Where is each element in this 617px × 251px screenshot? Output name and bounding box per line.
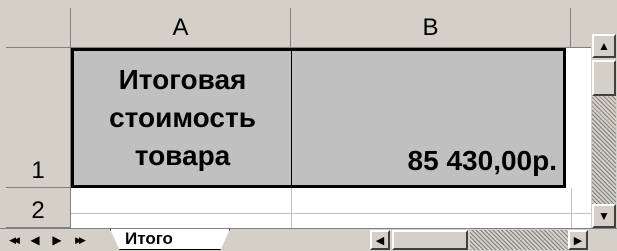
arrow-down-icon: ▼ — [598, 209, 610, 223]
horizontal-scrollbar[interactable]: ◀ ▶ — [370, 230, 588, 250]
column-header-a[interactable]: A — [71, 8, 291, 48]
vertical-scroll-track[interactable] — [592, 96, 616, 204]
vertical-scroll-thumb[interactable] — [592, 60, 616, 96]
cell-a2[interactable] — [71, 190, 291, 228]
arrow-right-icon: ▶ — [573, 234, 583, 247]
arrow-left-icon: ◀ — [375, 234, 385, 247]
arrow-up-icon: ▲ — [598, 39, 610, 53]
previous-sheet-icon: ◀ — [30, 233, 40, 247]
cell-b1-value: 85 430,00р. — [407, 145, 557, 176]
first-sheet-icon: ◀◀ — [9, 234, 20, 245]
previous-sheet-button[interactable]: ◀ — [26, 231, 44, 249]
row-header-1[interactable]: 1 — [6, 48, 71, 188]
gridline — [571, 188, 572, 228]
sheet-tab-itogo[interactable]: Итого — [110, 229, 230, 250]
sheet-tab-bar: ◀◀ ◀ ▶ ▶▶ Итого ◀ ▶ — [0, 228, 617, 251]
scroll-up-button[interactable]: ▲ — [592, 34, 616, 58]
last-sheet-icon: ▶▶ — [75, 234, 86, 245]
cell-a1-line-1: Итоговая — [118, 64, 247, 95]
last-sheet-button[interactable]: ▶▶ — [70, 231, 88, 249]
select-all-corner[interactable] — [6, 8, 71, 48]
row-header-2[interactable]: 2 — [6, 188, 71, 228]
column-header-c[interactable] — [571, 8, 591, 48]
scroll-down-button[interactable]: ▼ — [592, 204, 616, 228]
cell-a1-line-3: товара — [134, 140, 231, 171]
sheet-tab-label: Итого — [125, 229, 173, 248]
horizontal-scroll-thumb[interactable] — [392, 230, 468, 250]
scroll-right-button[interactable]: ▶ — [568, 230, 588, 250]
sheet-grid: A B 1 2 Итоговая стоимость товара 85 430… — [6, 8, 591, 228]
cell-b2[interactable] — [291, 190, 571, 228]
column-header-b[interactable]: B — [291, 8, 571, 48]
next-sheet-icon: ▶ — [52, 233, 62, 247]
cell-a1[interactable]: Итоговая стоимость товара — [71, 48, 291, 188]
first-sheet-button[interactable]: ◀◀ — [4, 231, 22, 249]
cell-a1-line-2: стоимость — [109, 102, 256, 133]
next-sheet-button[interactable]: ▶ — [48, 231, 66, 249]
horizontal-scroll-track[interactable] — [470, 230, 568, 250]
cell-b1[interactable]: 85 430,00р. — [291, 48, 566, 188]
vertical-scrollbar[interactable]: ▲ ▼ — [591, 8, 617, 228]
scroll-left-button[interactable]: ◀ — [370, 230, 390, 250]
